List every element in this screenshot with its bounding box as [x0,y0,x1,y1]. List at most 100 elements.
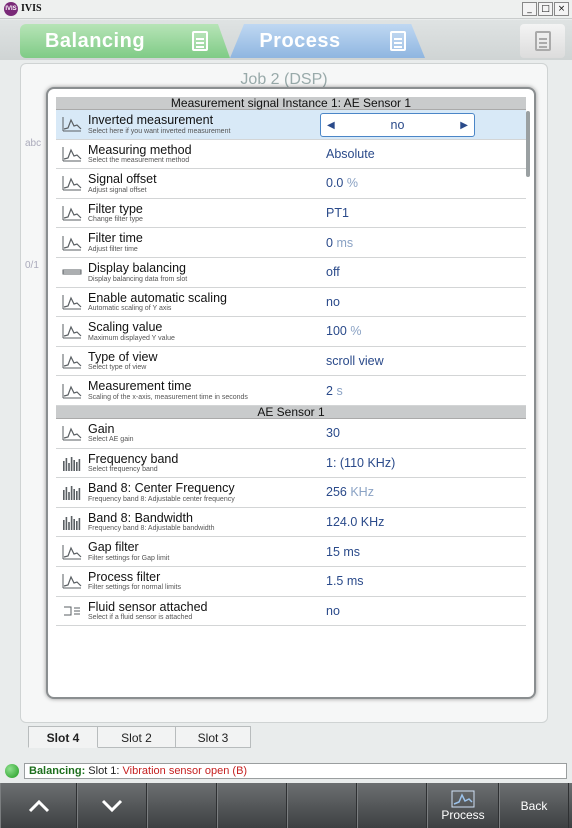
back-button-label: Back [520,798,548,813]
fluid-sensor-icon [56,596,88,625]
back-button[interactable]: Back [499,783,569,828]
setting-row[interactable]: Measurement time Scaling of the x-axis, m… [56,376,526,406]
value-text: 15 ms [326,544,361,559]
setting-row[interactable]: Fluid sensor attached Select if a fluid s… [56,597,526,627]
setting-value[interactable]: no [322,295,340,309]
setting-row[interactable]: Filter type Change filter type PT1 [56,199,526,229]
document-icon [192,31,208,51]
setting-title: Gain [88,421,115,436]
background-side-text: 0/1 [25,260,39,271]
setting-text: Frequency band Select frequency band [88,453,322,474]
setting-row[interactable]: Gain Select AE gain 30 [56,419,526,449]
setting-title: Type of view [88,349,158,364]
setting-value[interactable]: scroll view [322,354,384,368]
setting-value[interactable]: no [322,604,340,618]
tab-slot-4[interactable]: Slot 4 [28,726,98,748]
setting-row[interactable]: Gap filter Filter settings for Gap limit 1… [56,537,526,567]
setting-description: Adjust signal offset [88,186,147,194]
setting-value[interactable]: PT1 [322,206,349,220]
setting-value[interactable]: 124.0 KHz [322,515,384,529]
setting-text: Display balancing Display balancing data … [88,262,322,283]
status-label: Balancing: [29,765,86,777]
tab-balancing-document[interactable] [170,24,230,58]
tab-slot-2[interactable]: Slot 2 [98,726,176,748]
setting-value[interactable]: Absolute [322,147,375,161]
toolbar-empty-button[interactable] [147,783,217,828]
chevron-up-icon [28,799,49,812]
setting-row[interactable]: Display balancing Display balancing data … [56,258,526,288]
setting-title: Frequency band [88,451,179,466]
setting-text: Measurement time Scaling of the x-axis, m… [88,380,322,401]
setting-row[interactable]: Inverted measurement Select here if you w… [56,110,526,140]
setting-text: Process filter Filter settings for normal… [88,571,322,592]
value-text: 1.5 ms [326,574,364,589]
setting-title: Filter type [88,201,143,216]
minimize-button[interactable]: _ [522,2,537,16]
process-filter-icon [56,567,88,596]
setting-value[interactable]: 0.0 % [322,176,358,190]
setting-row[interactable]: Band 8: Center Frequency Frequency band 8… [56,478,526,508]
frequency-band-icon [56,448,88,477]
value-unit: s [336,383,343,398]
setting-value[interactable]: 256 KHz [322,485,374,499]
setting-row[interactable]: Filter time Adjust filter time 0 ms [56,228,526,258]
selector-value: no [390,118,405,132]
auto-scaling-icon [56,287,88,316]
scrollbar[interactable] [526,111,530,177]
value-text: off [326,265,340,280]
maximize-button[interactable]: □ [538,2,553,16]
window-title-bar: IVIS IVIS _ □ × [0,0,572,19]
setting-description: Frequency band 8: Adjustable center freq… [88,495,235,503]
toolbar-empty-button[interactable] [287,783,357,828]
setting-value[interactable]: 2 s [322,384,343,398]
toolbar-empty-button[interactable] [217,783,287,828]
setting-row[interactable]: Frequency band Select frequency band 1: (1… [56,449,526,479]
arrow-right-icon[interactable]: ▶ [460,120,468,131]
setting-text: Inverted measurement Select here if you w… [88,114,322,135]
toolbar-empty-button[interactable] [357,783,427,828]
document-icon [389,31,406,51]
setting-value[interactable]: 0 ms [322,236,353,250]
value-unit: % [350,324,362,339]
setting-description: Maximum displayed Y value [88,334,175,342]
tab-balancing[interactable]: Balancing [20,24,170,58]
scroll-up-button[interactable] [0,783,77,828]
scaling-value-icon [56,317,88,346]
tab-process[interactable]: Process [230,24,370,58]
setting-value[interactable]: 1: (110 KHz) [322,456,395,470]
arrow-left-icon[interactable]: ◀ [327,120,335,131]
status-bar: Balancing: Slot 1: Vibration sensor open… [0,762,572,780]
setting-row[interactable]: Band 8: Bandwidth Frequency band 8: Adjus… [56,508,526,538]
setting-row[interactable]: Enable automatic scaling Automatic scalin… [56,288,526,318]
section-header: AE Sensor 1 [56,405,526,419]
filter-time-icon [56,228,88,257]
value-selector[interactable]: ◀ no ▶ [320,113,475,137]
tab-document[interactable] [520,24,565,58]
setting-row[interactable]: Scaling value Maximum displayed Y value 10… [56,317,526,347]
setting-row[interactable]: Process filter Filter settings for normal… [56,567,526,597]
display-balancing-icon [56,258,88,287]
status-error: Vibration sensor open (B) [122,765,248,777]
setting-value[interactable]: 1.5 ms [322,574,364,588]
scroll-down-button[interactable] [77,783,147,828]
setting-row[interactable]: Measuring method Select the measurement m… [56,140,526,170]
setting-value[interactable]: 100 % [322,324,361,338]
setting-value[interactable]: 30 [322,426,340,440]
process-button[interactable]: Process [427,783,499,828]
close-button[interactable]: × [554,2,569,16]
setting-row[interactable]: Signal offset Adjust signal offset 0.0 % [56,169,526,199]
background-side-text: abc [25,138,42,149]
top-tab-bar: Balancing Process [0,20,572,60]
setting-row[interactable]: Type of view Select type of view scroll vi… [56,347,526,377]
tab-process-document[interactable] [370,24,425,58]
setting-title: Process filter [88,569,161,584]
setting-description: Select here if you want inverted measure… [88,127,231,135]
tab-slot-3[interactable]: Slot 3 [176,726,251,748]
value-text: no [326,294,340,309]
setting-description: Select the measurement method [88,157,190,165]
setting-description: Automatic scaling of Y axis [88,305,172,313]
type-of-view-icon [56,347,88,376]
setting-value[interactable]: 15 ms [322,545,360,559]
setting-value[interactable]: off [322,265,340,279]
setting-description: Select AE gain [88,436,134,444]
